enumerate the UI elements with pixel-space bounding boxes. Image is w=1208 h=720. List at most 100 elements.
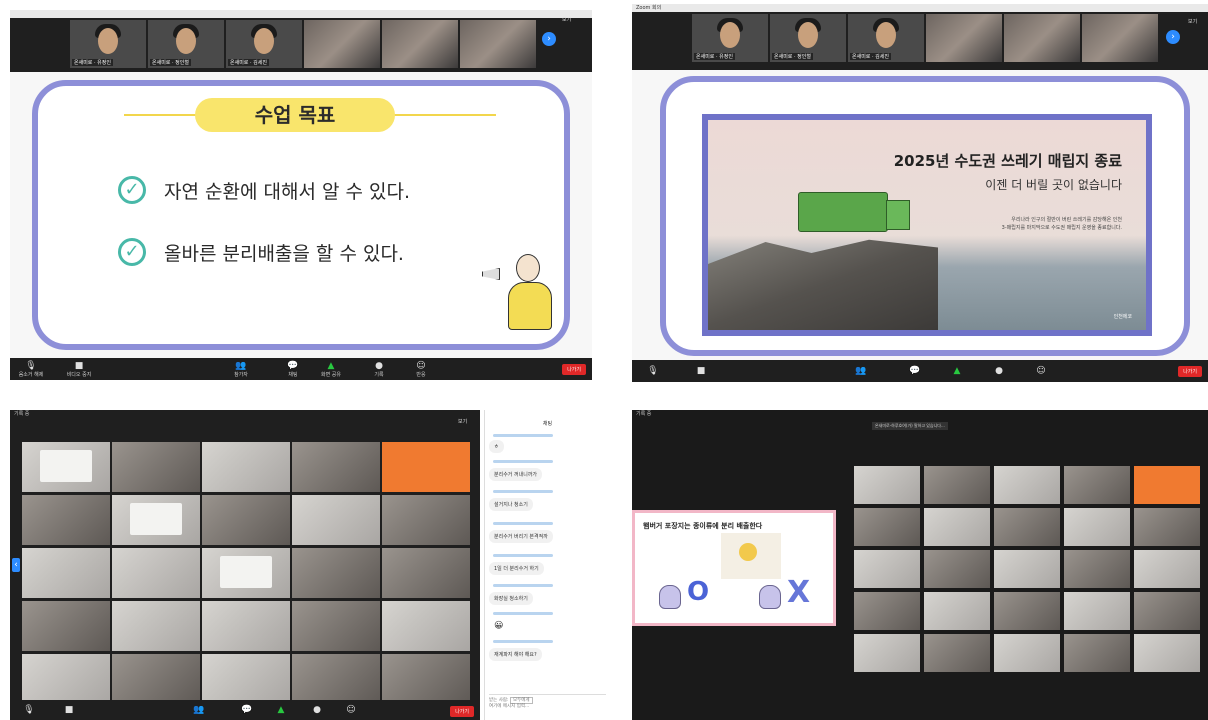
video-tile[interactable] <box>1134 592 1200 630</box>
view-button[interactable]: 보기 <box>458 418 467 425</box>
video-tile[interactable] <box>1064 634 1130 672</box>
video-tile[interactable] <box>382 20 458 68</box>
video-tile[interactable] <box>994 466 1060 504</box>
video-tile[interactable] <box>926 14 1002 62</box>
video-tile[interactable] <box>292 548 380 598</box>
video-tile[interactable]: 온새미로 · 김세진 <box>848 14 924 62</box>
video-tile[interactable] <box>22 495 110 545</box>
mute-button[interactable]: 🎙 음소거 해제 <box>16 361 46 378</box>
video-tile[interactable] <box>22 548 110 598</box>
garbage-truck-image <box>798 192 888 232</box>
video-tile[interactable] <box>112 601 200 651</box>
video-tile[interactable] <box>994 508 1060 546</box>
reactions-button[interactable]: ☺ 반응 <box>406 361 436 378</box>
video-tile[interactable] <box>924 634 990 672</box>
chat-button[interactable]: 💬 <box>900 366 930 376</box>
video-tile[interactable] <box>202 654 290 704</box>
video-tile[interactable] <box>924 508 990 546</box>
chat-input-area[interactable]: 받는 사람: 모두에게 여기에 메시지 입력... <box>489 694 606 712</box>
video-tile[interactable] <box>382 495 470 545</box>
video-tile[interactable] <box>1064 550 1130 588</box>
video-tile[interactable]: 온새미로 · 김세진 <box>226 20 302 68</box>
participants-button[interactable]: 👥 참가자 <box>226 361 256 378</box>
share-screen-button[interactable]: ▲ <box>266 705 296 715</box>
share-screen-button[interactable]: ▲ 화면 공유 <box>316 361 346 378</box>
video-tile[interactable] <box>112 442 200 492</box>
video-tile[interactable] <box>22 601 110 651</box>
window-titlebar <box>10 10 592 18</box>
video-tile[interactable] <box>382 548 470 598</box>
garbage-truck-cab <box>886 200 910 230</box>
share-screen-button[interactable]: ▲ <box>942 366 972 376</box>
video-tile[interactable] <box>202 601 290 651</box>
video-tile[interactable] <box>22 654 110 704</box>
chat-sender <box>493 460 553 463</box>
stop-video-button[interactable]: ■ <box>54 705 84 715</box>
video-tile[interactable] <box>1134 550 1200 588</box>
video-tile[interactable] <box>292 601 380 651</box>
video-tile[interactable] <box>924 550 990 588</box>
video-tile[interactable] <box>202 548 290 598</box>
chat-button[interactable]: 💬 채팅 <box>278 361 308 378</box>
record-button[interactable]: ● <box>302 705 332 715</box>
video-tile[interactable] <box>994 634 1060 672</box>
stop-video-button[interactable]: ■ 비디오 중지 <box>64 361 94 378</box>
stop-video-button[interactable]: ■ <box>686 366 716 376</box>
leave-button[interactable]: 나가기 <box>562 364 586 375</box>
record-button[interactable]: ● <box>984 366 1014 376</box>
next-page-button[interactable]: › <box>1166 30 1180 44</box>
video-tile[interactable] <box>854 466 920 504</box>
view-button[interactable]: 보기 <box>562 16 571 23</box>
video-tile[interactable] <box>1064 508 1130 546</box>
participant-name: 온새미로 · 김세진 <box>228 59 269 66</box>
next-page-button[interactable]: › <box>542 32 556 46</box>
mute-button[interactable]: 🎙 <box>638 366 668 376</box>
video-tile[interactable] <box>292 442 380 492</box>
video-tile[interactable]: 온새미로 · 정인철 <box>148 20 224 68</box>
video-tile[interactable] <box>924 466 990 504</box>
video-tile[interactable] <box>202 495 290 545</box>
video-tile[interactable] <box>854 592 920 630</box>
video-tile[interactable] <box>22 442 110 492</box>
previous-page-button[interactable]: ‹ <box>12 558 20 572</box>
video-tile[interactable] <box>292 654 380 704</box>
video-tile[interactable] <box>994 592 1060 630</box>
video-tile[interactable] <box>1064 466 1130 504</box>
leave-button[interactable]: 나가기 <box>1178 366 1202 377</box>
video-tile[interactable] <box>1134 508 1200 546</box>
video-tile[interactable] <box>1134 466 1200 504</box>
video-tile[interactable] <box>112 548 200 598</box>
video-tile[interactable] <box>924 592 990 630</box>
video-tile[interactable] <box>382 442 470 492</box>
video-tile[interactable] <box>382 654 470 704</box>
record-button[interactable]: ● 기록 <box>364 361 394 378</box>
video-tile[interactable] <box>854 550 920 588</box>
video-tile[interactable] <box>1004 14 1080 62</box>
mute-button[interactable]: 🎙 <box>14 705 44 715</box>
view-button[interactable]: 보기 <box>1188 18 1197 25</box>
video-tile[interactable] <box>1134 634 1200 672</box>
video-tile[interactable] <box>854 634 920 672</box>
participants-button[interactable]: 👥 <box>846 366 876 376</box>
reactions-button[interactable]: ☺ <box>336 705 366 715</box>
video-tile[interactable] <box>112 654 200 704</box>
video-tile[interactable] <box>1082 14 1158 62</box>
video-tile[interactable]: 온새미로 · 유정인 <box>692 14 768 62</box>
video-tile[interactable]: 온새미로 · 유정인 <box>70 20 146 68</box>
video-tile[interactable] <box>382 601 470 651</box>
chat-message: ㅎ <box>489 440 504 453</box>
video-tile[interactable] <box>1064 592 1130 630</box>
video-tile[interactable] <box>854 508 920 546</box>
leave-button[interactable]: 나가기 <box>450 706 474 717</box>
participants-button[interactable]: 👥 <box>184 705 214 715</box>
reactions-button[interactable]: ☺ <box>1026 366 1056 376</box>
video-tile[interactable] <box>202 442 290 492</box>
video-tile[interactable] <box>304 20 380 68</box>
video-tile[interactable] <box>292 495 380 545</box>
chat-button[interactable]: 💬 <box>232 705 262 715</box>
chat-message-input[interactable]: 여기에 메시지 입력... <box>489 703 606 709</box>
video-tile[interactable]: 온새미로 · 정인철 <box>770 14 846 62</box>
video-tile[interactable] <box>994 550 1060 588</box>
video-tile[interactable] <box>112 495 200 545</box>
video-tile[interactable] <box>460 20 536 68</box>
